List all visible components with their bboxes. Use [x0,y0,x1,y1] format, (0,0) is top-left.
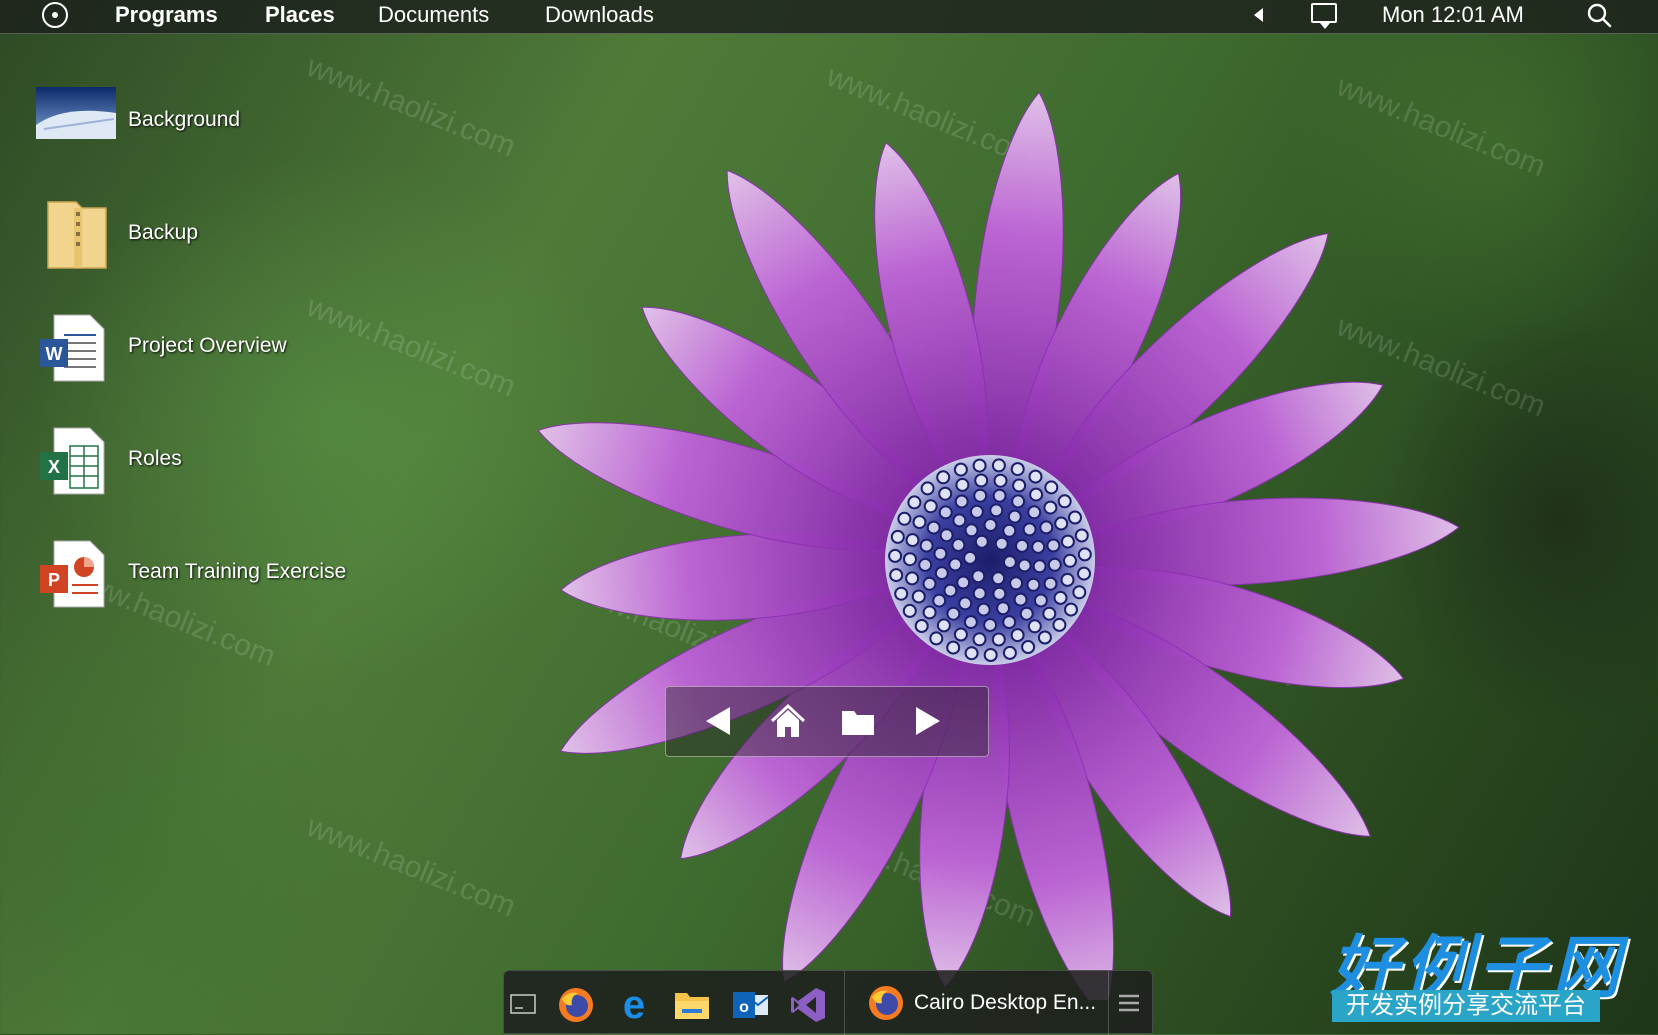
taskbar-separator [844,971,845,1035]
menu-places[interactable]: Places [265,2,335,28]
desktop-icon-roles[interactable]: X Roles [34,424,394,514]
desktop-icon-label: Team Training Exercise [128,560,347,583]
desktop-navigation-toolbar [665,686,989,757]
menu-downloads[interactable]: Downloads [545,2,654,28]
outlook-icon[interactable]: o [730,985,770,1025]
edge-icon[interactable]: e [614,985,654,1025]
desktop-icon-backup[interactable]: Backup [34,198,394,288]
svg-text:W: W [46,344,63,364]
visual-studio-icon[interactable] [788,985,828,1025]
flower-wallpaper [537,91,1460,1000]
task-list-menu-icon[interactable] [1116,991,1142,1015]
zip-folder-icon [47,201,107,269]
svg-text:P: P [48,570,60,590]
menu-programs[interactable]: Programs [115,2,218,28]
desktop-icon-label: Roles [128,447,182,470]
menu-documents[interactable]: Documents [378,2,489,28]
taskbar-button-label: Cairo Desktop En... [914,991,1097,1014]
svg-text:o: o [739,999,749,1016]
brand-watermark-logo: 好例子网 开发实例分享交流平台 [1330,912,1620,1022]
svg-text:X: X [48,457,60,477]
action-center-icon[interactable] [1311,3,1337,29]
desktop-icon-label: Background [128,108,241,131]
svg-text:e: e [623,985,645,1025]
excel-spreadsheet-icon: X [40,427,105,495]
back-icon[interactable] [698,701,738,741]
desktop-icon-project-overview[interactable]: W Project Overview [34,311,394,401]
search-icon[interactable] [1586,2,1612,28]
desktop-icon-team-training-exercise[interactable]: P Team Training Exercise [34,537,394,627]
brand-subtitle: 开发实例分享交流平台 [1332,990,1600,1022]
folder-icon[interactable] [838,701,878,741]
file-explorer-icon[interactable] [672,985,712,1025]
word-document-icon: W [40,314,105,382]
taskbar-separator [1108,971,1109,1035]
taskbar: e o Cairo Desktop En... [503,970,1153,1035]
desktop-icon-background[interactable]: Background [34,85,394,175]
firefox-icon [869,986,903,1020]
cairo-menu-icon[interactable] [42,2,68,28]
desktop-icon-label: Backup [128,221,199,244]
watermark-text: www.haolizi.com [302,809,521,924]
show-desktop-icon[interactable] [508,989,538,1019]
forward-icon[interactable] [908,701,948,741]
powerpoint-icon: P [40,540,105,608]
desktop-icon-label: Project Overview [128,334,287,357]
home-icon[interactable] [768,701,808,741]
clock[interactable]: Mon 12:01 AM [1382,2,1524,28]
firefox-icon[interactable] [556,985,596,1025]
tray-expand-icon[interactable] [1254,8,1263,22]
taskbar-button-cairo-desktop[interactable]: Cairo Desktop En... [854,971,1104,1033]
image-file-icon [36,87,116,139]
top-menu-bar: Programs Places Documents Downloads Mon … [0,0,1658,34]
